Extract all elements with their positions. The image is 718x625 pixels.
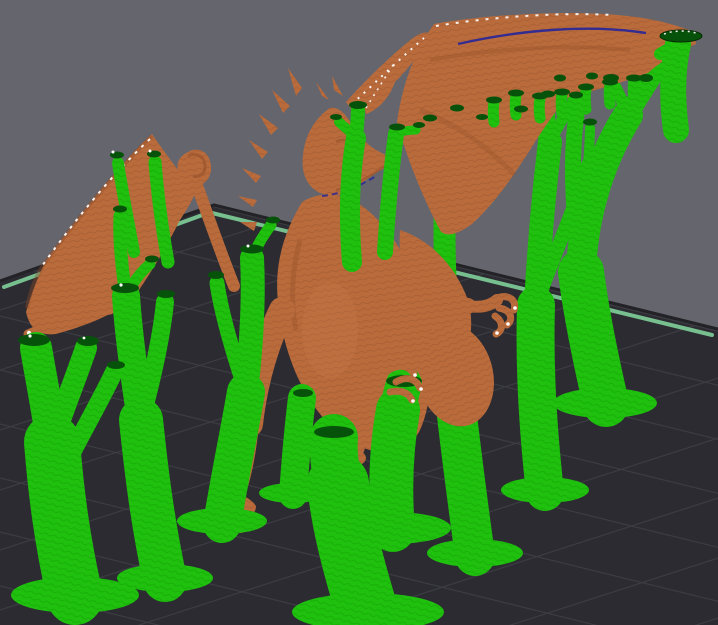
support-stub	[487, 96, 500, 128]
support-branch	[654, 38, 684, 60]
support-trunk	[660, 31, 691, 143]
support-tip-cap	[554, 88, 570, 96]
claw-highlight	[419, 387, 423, 391]
support-tip-cap	[349, 101, 367, 109]
support-tip-cap	[476, 114, 488, 120]
support-tip-cap	[330, 114, 342, 120]
support-trunk	[309, 414, 362, 508]
support-tip-cap	[486, 96, 502, 104]
support-tip-cap	[157, 290, 175, 298]
support-tip-cap	[603, 74, 619, 82]
support-tip-cap	[659, 29, 703, 43]
support-tip-cap	[111, 283, 139, 293]
claw-highlight	[506, 322, 510, 326]
support-tip-cap	[107, 361, 125, 369]
support-tip-cap	[423, 114, 437, 122]
support-tip-cap	[389, 123, 405, 131]
support-tip-cap	[508, 89, 524, 97]
support-tip-cap	[240, 244, 264, 254]
support-trunk	[558, 249, 629, 427]
dragon-belly-light	[302, 282, 358, 378]
support-branch	[391, 125, 421, 139]
support-trunk	[516, 286, 564, 511]
support-tip-cap	[77, 336, 99, 346]
dragon-right-wrist	[462, 294, 503, 313]
viewport-3d-canvas[interactable]	[0, 0, 718, 625]
support-stub	[555, 88, 568, 120]
support-tip-cap	[583, 118, 597, 126]
claw-highlight	[513, 306, 517, 310]
support-trunk	[369, 388, 420, 552]
support-stub	[627, 74, 640, 106]
support-trunk	[119, 398, 187, 602]
claw-highlight	[495, 331, 499, 335]
claw-highlight	[411, 399, 415, 403]
support-tip-cap	[113, 205, 127, 213]
support-stub	[533, 92, 546, 124]
support-tip-cap	[314, 426, 354, 438]
support-tip-cap	[541, 90, 555, 98]
support-tip-cap	[145, 255, 159, 263]
support-tip-cap	[578, 83, 594, 91]
slicer-viewport[interactable]	[0, 0, 718, 625]
support-tip-cap	[569, 91, 583, 99]
support-tip-cap	[18, 334, 50, 346]
support-tip-cap	[586, 72, 598, 80]
support-trunk	[339, 128, 366, 272]
support-tip-cap	[514, 105, 528, 113]
support-tip-cap	[208, 271, 224, 279]
claw-highlight	[413, 373, 417, 377]
support-tip-cap	[293, 389, 313, 397]
support-trunk	[279, 384, 316, 509]
support-trunk	[203, 373, 265, 543]
support-tip-cap	[266, 216, 280, 224]
support-tip-cap	[413, 122, 425, 128]
support-stub	[603, 78, 616, 110]
support-tip-cap	[639, 74, 653, 82]
support-stub	[509, 89, 522, 121]
support-tip-cap	[554, 74, 566, 82]
support-tip-cap	[450, 104, 464, 112]
support-branch	[583, 123, 595, 170]
support-stub	[579, 83, 592, 115]
